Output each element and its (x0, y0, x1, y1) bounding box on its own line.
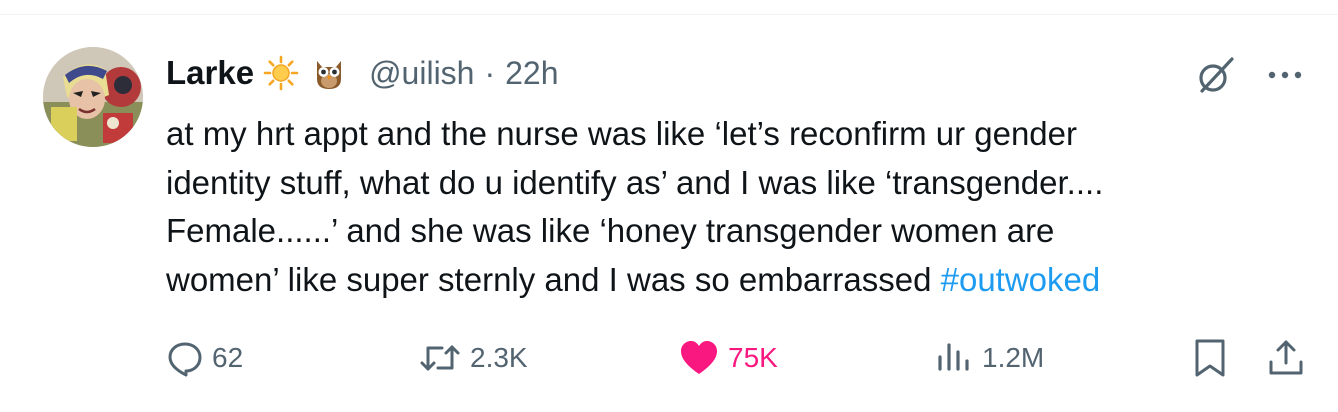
tweet-text-line-last: women’ like super sternly and I was so e… (166, 256, 1316, 305)
tweet-text: at my hrt appt and the nurse was like ‘l… (166, 110, 1316, 304)
sun-emoji-icon (263, 55, 299, 91)
heart-icon (681, 341, 717, 374)
tweet-header: Larke @uilish · 22h (166, 49, 559, 97)
tweet-text-line: Female......’ and she was like ‘honey tr… (166, 212, 1055, 249)
repost-count: 2.3K (470, 342, 528, 373)
hashtag-link[interactable]: #outwoked (941, 261, 1101, 298)
owl-emoji-icon (311, 55, 347, 91)
reply-button[interactable]: 62 (166, 334, 243, 382)
tweet-text-line: at my hrt appt and the nurse was like ‘l… (166, 115, 1077, 152)
top-divider (0, 14, 1338, 15)
separator-dot: · (484, 54, 496, 91)
avatar[interactable] (43, 47, 143, 147)
views-button[interactable]: 1.2M (934, 334, 1044, 382)
tweet-time[interactable]: 22h (505, 55, 558, 92)
grok-icon[interactable] (1192, 53, 1238, 99)
author-handle[interactable]: @uilish (369, 55, 474, 92)
tweet-text-line: women’ like super sternly and I was so e… (166, 260, 941, 298)
share-icon (1269, 340, 1303, 375)
bookmark-button[interactable] (1192, 334, 1228, 382)
repost-button[interactable]: 2.3K (418, 334, 528, 382)
bookmark-icon (1195, 339, 1225, 377)
like-button[interactable]: 75K (678, 334, 778, 382)
reply-count: 62 (212, 342, 244, 373)
author-name[interactable]: Larke (166, 54, 254, 92)
reply-icon (168, 342, 202, 377)
views-icon (938, 343, 969, 371)
more-icon[interactable] (1262, 55, 1308, 95)
action-bar: 62 2.3K 75K 1.2M (0, 334, 1338, 382)
like-count: 75K (728, 342, 778, 373)
tweet-text-line: identity stuff, what do u identify as’ a… (166, 163, 1104, 201)
share-button[interactable] (1266, 334, 1306, 382)
views-count: 1.2M (982, 342, 1045, 373)
repost-icon (420, 345, 460, 371)
avatar-image (43, 47, 143, 147)
